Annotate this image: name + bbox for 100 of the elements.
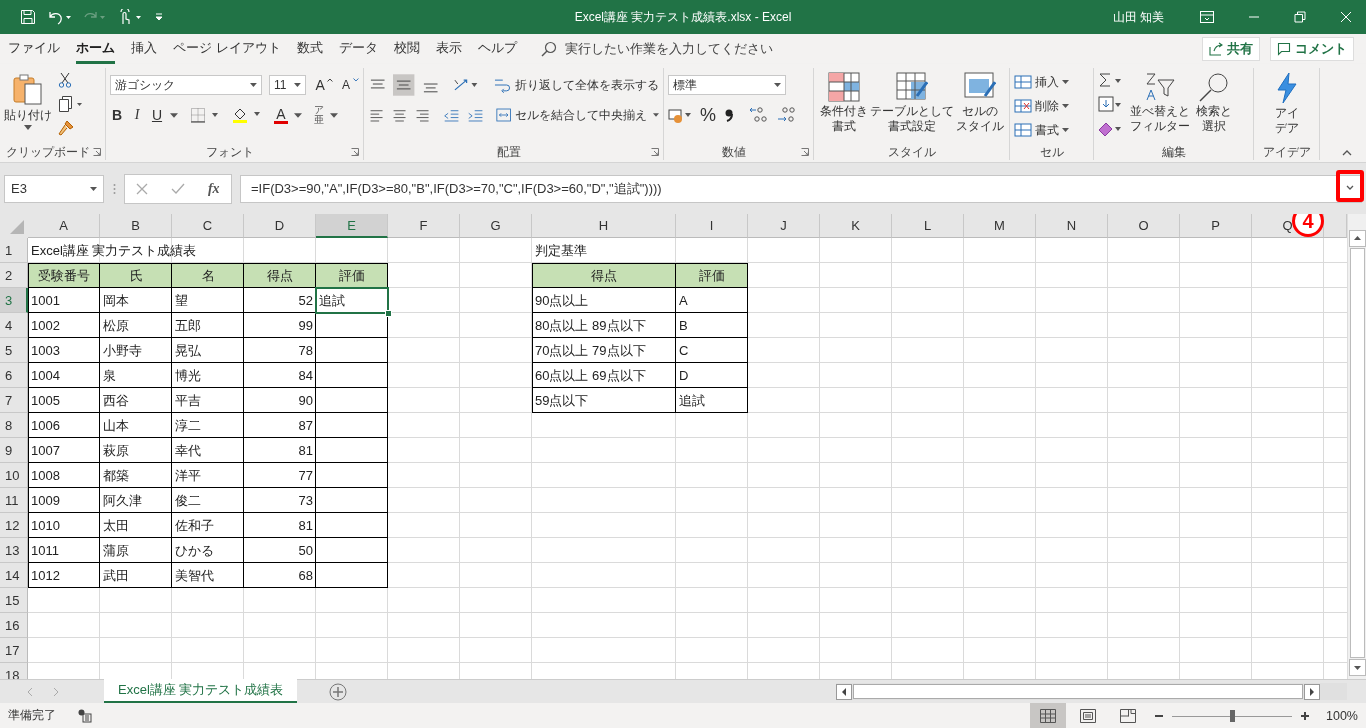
column-header[interactable]: F bbox=[388, 214, 460, 238]
ribbon-tab[interactable]: ファイル bbox=[8, 34, 60, 64]
column-header[interactable]: E bbox=[316, 214, 388, 238]
row-header[interactable]: 18 bbox=[0, 663, 28, 679]
style-button[interactable]: 条件付き 書式 bbox=[819, 104, 868, 134]
row-header[interactable]: 13 bbox=[0, 538, 28, 563]
search-icon[interactable] bbox=[540, 41, 557, 57]
phonetic-button[interactable]: ア 亜 bbox=[314, 105, 324, 125]
percent-button[interactable]: % bbox=[700, 104, 716, 126]
expand-formula-icon[interactable] bbox=[1346, 185, 1354, 190]
row-header[interactable]: 6 bbox=[0, 363, 28, 388]
wrap-text-icon[interactable] bbox=[493, 77, 511, 93]
bold-button[interactable]: B bbox=[110, 107, 124, 123]
cells-button[interactable]: 削除 bbox=[1035, 97, 1059, 115]
font-name-field[interactable]: 游ゴシック bbox=[110, 75, 263, 95]
scroll-left-icon[interactable] bbox=[836, 683, 852, 700]
row-header[interactable]: 8 bbox=[0, 413, 28, 438]
column-header[interactable]: M bbox=[964, 214, 1036, 238]
grow-font-button[interactable]: A bbox=[313, 77, 328, 93]
row-header[interactable]: 15 bbox=[0, 588, 28, 613]
caret-icon[interactable] bbox=[653, 113, 659, 117]
scissors-icon[interactable] bbox=[58, 72, 72, 88]
ribbon-tab[interactable]: 数式 bbox=[296, 34, 323, 64]
dropdown-icon[interactable] bbox=[294, 83, 302, 87]
sort-filter-icon[interactable] bbox=[1143, 72, 1177, 102]
comment-icon[interactable] bbox=[1277, 42, 1291, 56]
underline-button[interactable]: U bbox=[150, 107, 164, 123]
column-header[interactable]: L bbox=[892, 214, 964, 238]
number-format-field[interactable]: 標準 bbox=[668, 75, 786, 95]
scroll-up-icon[interactable] bbox=[1348, 230, 1366, 247]
dialog-launcher-icon[interactable] bbox=[93, 148, 101, 156]
ribbon-tab[interactable]: データ bbox=[338, 34, 378, 64]
row-header[interactable]: 3 bbox=[0, 288, 28, 313]
font-color-button[interactable]: A bbox=[274, 106, 288, 124]
copy-icon[interactable] bbox=[58, 96, 84, 112]
macro-record-icon[interactable] bbox=[78, 708, 92, 723]
touch-mode-icon[interactable] bbox=[118, 9, 144, 25]
caret-icon[interactable] bbox=[1062, 80, 1069, 84]
editing-button[interactable]: 並べ替えと フィルター bbox=[1130, 104, 1190, 134]
brush-icon[interactable] bbox=[58, 120, 74, 136]
normal-view-button[interactable] bbox=[1030, 703, 1066, 728]
currency-icon[interactable] bbox=[668, 106, 694, 124]
scroll-down-icon[interactable] bbox=[1348, 659, 1366, 676]
ribbon-tab[interactable]: ヘルプ bbox=[477, 34, 517, 64]
row-header[interactable]: 2 bbox=[0, 263, 28, 288]
column-header[interactable]: O bbox=[1108, 214, 1180, 238]
eraser-icon[interactable] bbox=[1098, 120, 1124, 136]
column-header[interactable]: D bbox=[244, 214, 316, 238]
caret-icon[interactable] bbox=[170, 112, 178, 118]
ribbon-tab[interactable]: ページ レイアウト bbox=[173, 34, 281, 64]
caret-icon[interactable] bbox=[330, 112, 338, 118]
row-header[interactable]: 10 bbox=[0, 463, 28, 488]
collapse-ribbon-icon[interactable] bbox=[1342, 150, 1352, 156]
ribbon-display-icon[interactable] bbox=[1200, 11, 1214, 23]
scroll-thumb[interactable] bbox=[1349, 248, 1365, 658]
cells-icon[interactable] bbox=[1014, 122, 1032, 138]
row-header[interactable]: 17 bbox=[0, 638, 28, 663]
table-brush-icon[interactable] bbox=[895, 72, 928, 102]
dropdown-icon[interactable] bbox=[250, 83, 257, 87]
merge-cells-icon[interactable] bbox=[495, 107, 512, 123]
dialog-launcher-icon[interactable] bbox=[801, 148, 809, 156]
ribbon-tab[interactable]: ホーム bbox=[76, 34, 115, 64]
row-header[interactable]: 7 bbox=[0, 388, 28, 413]
column-header[interactable]: J bbox=[748, 214, 820, 238]
row-header[interactable]: 1 bbox=[0, 238, 28, 263]
column-header[interactable]: C bbox=[172, 214, 244, 238]
increase-decimal-icon[interactable] bbox=[748, 105, 770, 125]
sheet-tab[interactable]: Excel講座 実力テスト成績表 bbox=[104, 679, 298, 703]
dialog-launcher-icon[interactable] bbox=[351, 148, 359, 156]
insert-function-button[interactable]: fx bbox=[207, 180, 220, 197]
row-header[interactable]: 16 bbox=[0, 613, 28, 638]
align-middle-icon[interactable] bbox=[393, 74, 415, 96]
add-sheet-icon[interactable] bbox=[329, 682, 348, 701]
undo-icon[interactable] bbox=[46, 9, 72, 25]
column-header[interactable]: P bbox=[1180, 214, 1252, 238]
clipboard-icon[interactable] bbox=[12, 72, 44, 106]
cells-button[interactable]: 書式 bbox=[1035, 121, 1059, 139]
borders-icon[interactable] bbox=[190, 107, 220, 123]
cells-icon[interactable] bbox=[1014, 74, 1032, 90]
scroll-thumb[interactable] bbox=[853, 684, 1303, 699]
row-header[interactable]: 12 bbox=[0, 513, 28, 538]
decrease-decimal-icon[interactable] bbox=[776, 105, 798, 125]
style-button[interactable]: セルの スタイル bbox=[955, 104, 1004, 134]
font-size-field[interactable]: 11 bbox=[268, 75, 307, 95]
share-icon[interactable] bbox=[1209, 42, 1223, 56]
scroll-right-icon[interactable] bbox=[1304, 683, 1320, 700]
close-icon[interactable] bbox=[1340, 11, 1352, 23]
merge-center-button[interactable]: セルを結合して中央揃え bbox=[515, 106, 648, 124]
restore-icon[interactable] bbox=[1294, 11, 1306, 23]
delete-cells-icon[interactable] bbox=[1014, 98, 1032, 114]
dropdown-icon[interactable] bbox=[774, 83, 781, 87]
editing-button[interactable]: 検索と 選択 bbox=[1196, 104, 1232, 134]
paste-button[interactable]: 貼り付け bbox=[4, 108, 52, 123]
search-field[interactable]: 実行したい作業を入力してください bbox=[564, 40, 773, 58]
vertical-scrollbar[interactable] bbox=[1347, 214, 1366, 679]
ribbon-tab[interactable]: 表示 bbox=[435, 34, 462, 64]
horizontal-scrollbar[interactable] bbox=[836, 683, 1347, 700]
lightning-icon[interactable] bbox=[1274, 72, 1299, 104]
zoom-in-icon[interactable] bbox=[1300, 710, 1310, 721]
sigma-icon[interactable] bbox=[1098, 72, 1124, 88]
